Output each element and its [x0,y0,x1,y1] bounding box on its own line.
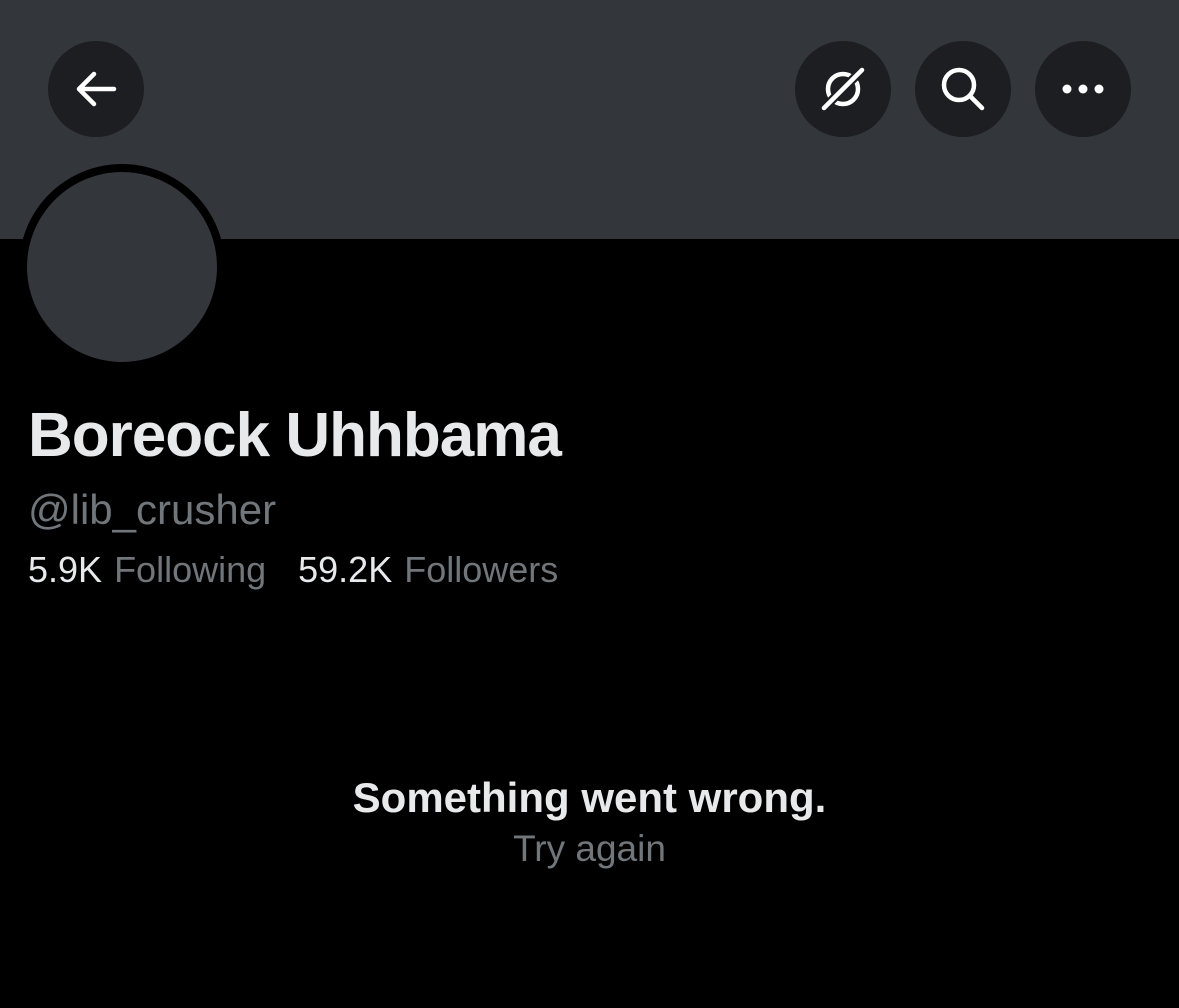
more-horizontal-icon [1061,83,1105,95]
following-count: 5.9K [28,549,103,590]
search-icon [939,65,987,113]
profile-page: Boreock Uhhbama @lib_crusher 5.9K Follow… [0,0,1179,1008]
back-button[interactable] [48,41,144,137]
search-button[interactable] [915,41,1011,137]
profile-handle: @lib_crusher [28,486,277,533]
followers-count: 59.2K [298,549,393,590]
profile-stats: 5.9K Following 59.2K Followers [28,549,558,591]
retry-container: Try again [0,828,1179,870]
followers-label: Followers [404,549,559,590]
more-options-button[interactable] [1035,41,1131,137]
error-message: Something went wrong. [352,774,827,821]
followers-link[interactable]: 59.2K Followers [298,549,558,591]
following-link[interactable]: 5.9K Following [28,549,266,591]
grok-button[interactable] [795,41,891,137]
grok-icon [818,64,868,114]
try-again-button[interactable]: Try again [513,828,666,869]
profile-display-name: Boreock Uhhbama [28,401,562,470]
following-label: Following [114,549,267,590]
avatar[interactable] [27,172,217,362]
arrow-left-icon [74,69,118,109]
